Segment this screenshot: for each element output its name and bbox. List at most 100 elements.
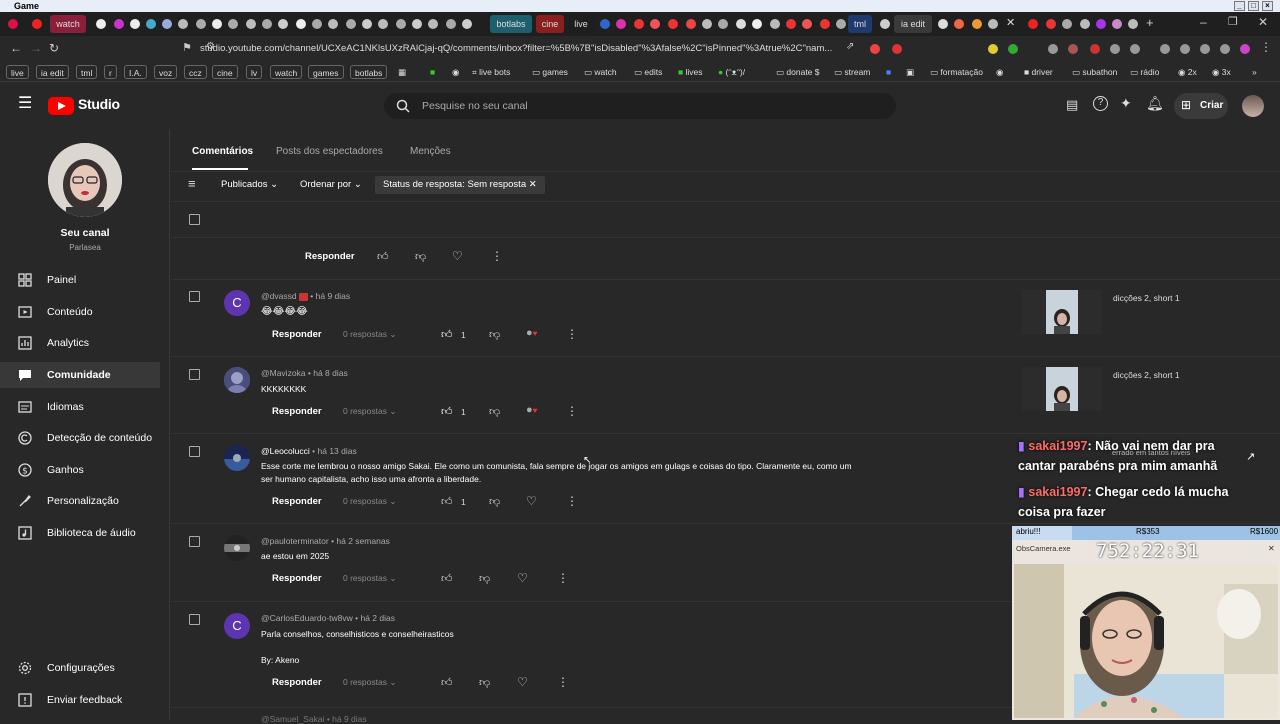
comment-checkbox[interactable] <box>189 446 200 457</box>
extension-icon[interactable] <box>1220 44 1230 54</box>
forward-icon[interactable]: → <box>30 41 42 55</box>
tab-favicon-icon[interactable] <box>686 19 696 29</box>
nav-item-deteccao[interactable]: Detecção de conteúdo <box>0 425 160 451</box>
tab-favicon-icon[interactable] <box>312 19 322 29</box>
tab-favicon-icon[interactable] <box>446 19 456 29</box>
bookmark-item[interactable]: voz <box>154 65 178 79</box>
reply-button[interactable]: Responder <box>264 403 330 421</box>
tab-favicon-icon[interactable] <box>296 19 306 29</box>
tab-cine[interactable]: cine <box>536 15 564 33</box>
extension-icon[interactable] <box>1130 44 1140 54</box>
tab-live[interactable]: live <box>568 15 594 33</box>
like-icon[interactable]: 👍︎ <box>441 572 455 586</box>
bookmark-item[interactable]: tml <box>76 65 98 79</box>
account-avatar[interactable] <box>1242 95 1264 117</box>
extension-icon[interactable] <box>1068 44 1078 54</box>
tab-favicon-icon[interactable] <box>32 19 42 29</box>
search-input[interactable]: Pesquise no seu canal <box>422 93 528 119</box>
tab-favicon-icon[interactable] <box>130 19 140 29</box>
more-bookmarks-icon[interactable]: » <box>1252 65 1257 79</box>
comment-checkbox[interactable] <box>189 614 200 625</box>
creator-heart-icon[interactable]: ●♥ <box>526 404 540 418</box>
tab-favicon-icon[interactable] <box>1028 19 1038 29</box>
extension-icon[interactable] <box>1090 44 1100 54</box>
extension-icon[interactable] <box>1008 44 1018 54</box>
search-box[interactable]: Pesquise no seu canal <box>384 93 896 119</box>
comment-author[interactable]: @CarlosEduardo-tw8vw • há 2 dias <box>261 613 395 623</box>
tab-favicon-icon[interactable] <box>988 19 998 29</box>
tab-favicon-icon[interactable] <box>96 19 106 29</box>
close-tab-icon[interactable]: ✕ <box>1006 16 1015 29</box>
replies-dropdown[interactable]: 0 respostas ⌄ <box>343 496 396 507</box>
video-title[interactable]: dicções 2, short 1 <box>1113 370 1180 380</box>
share-icon[interactable]: ⇗ <box>846 41 854 52</box>
tab-favicon-icon[interactable] <box>378 19 388 29</box>
tab-favicon-icon[interactable] <box>836 19 846 29</box>
tab-favicon-icon[interactable] <box>428 19 438 29</box>
tab-favicon-icon[interactable] <box>1096 19 1106 29</box>
maximize-button[interactable]: □ <box>1248 1 1259 11</box>
extension-icon[interactable] <box>1048 44 1058 54</box>
nav-item-personalizacao[interactable]: Personalização <box>0 488 160 514</box>
studio-logo[interactable] <box>48 97 74 115</box>
tab-favicon-icon[interactable] <box>178 19 188 29</box>
tab-favicon-icon[interactable] <box>246 19 256 29</box>
commenter-avatar[interactable] <box>224 535 250 561</box>
more-options-icon[interactable]: ⋮ <box>557 675 571 689</box>
extension-icon[interactable]: ◉ <box>996 65 1003 79</box>
select-all-checkbox[interactable] <box>189 214 200 225</box>
help-icon[interactable]: ? <box>1093 96 1108 111</box>
comment-author[interactable]: @pauloterminator • há 2 semanas <box>261 536 390 546</box>
reply-button[interactable]: Responder <box>264 493 330 511</box>
extension-icon[interactable] <box>870 44 880 54</box>
nav-item-idiomas[interactable]: Idiomas <box>0 394 160 420</box>
video-thumbnail[interactable] <box>1022 290 1102 334</box>
extension-icon[interactable] <box>1180 44 1190 54</box>
commenter-avatar[interactable] <box>224 367 250 393</box>
bookmark-item[interactable]: ccz <box>184 65 207 79</box>
comment-author[interactable]: @Mavizoka • há 8 dias <box>261 368 348 378</box>
bookmark-item[interactable]: I.A. <box>124 65 147 79</box>
bookmark-item[interactable]: ◉ 3x <box>1212 65 1231 79</box>
tab-favicon-icon[interactable] <box>616 19 626 29</box>
tab-favicon-icon[interactable] <box>954 19 964 29</box>
dislike-icon[interactable]: 👎︎ <box>489 328 503 342</box>
heart-icon[interactable]: ♡ <box>517 571 531 585</box>
heart-icon[interactable]: ♡ <box>452 249 466 263</box>
more-options-icon[interactable]: ⋮ <box>566 494 580 508</box>
extension-icon[interactable] <box>1110 44 1120 54</box>
profile-icon[interactable] <box>1240 44 1250 54</box>
nav-item-comunidade[interactable]: Comunidade <box>0 362 160 388</box>
like-icon[interactable]: 👍︎ <box>441 676 455 690</box>
tab-favicon-icon[interactable] <box>278 19 288 29</box>
tab-ia-edit[interactable]: ia edit <box>894 15 932 33</box>
comment-checkbox[interactable] <box>189 536 200 547</box>
hamburger-menu-icon[interactable]: ☰ <box>18 96 32 112</box>
bookmark-folder[interactable]: ▭ rádio <box>1130 65 1159 79</box>
tab-favicon-icon[interactable] <box>736 19 746 29</box>
tab-favicon-icon[interactable] <box>770 19 780 29</box>
tab-watch[interactable]: watch <box>50 15 86 33</box>
comment-checkbox[interactable] <box>189 291 200 302</box>
comment-checkbox[interactable] <box>189 369 200 380</box>
bookmark-item[interactable]: ● (ᵔᴥᵔ)/ <box>718 65 745 79</box>
tab-favicon-icon[interactable] <box>802 19 812 29</box>
tab-favicon-icon[interactable] <box>228 19 238 29</box>
apps-grid-icon[interactable]: ▦ <box>398 65 406 79</box>
bookmark-item[interactable]: watch <box>270 65 303 79</box>
bookmark-item[interactable]: botlabs <box>350 65 388 79</box>
close-window-button[interactable]: × <box>1262 1 1273 11</box>
like-filled-icon[interactable]: 👍︎ <box>441 405 455 419</box>
tab-comentarios[interactable]: Comentários <box>192 146 253 157</box>
reply-button[interactable]: Responder <box>264 326 330 344</box>
minimize-button[interactable]: _ <box>1234 1 1245 11</box>
extension-icon[interactable] <box>988 44 998 54</box>
bookmark-folder[interactable]: ▭ watch <box>584 65 617 79</box>
close-icon[interactable]: ✕ <box>1258 15 1268 29</box>
nav-item-biblioteca[interactable]: Biblioteca de áudio <box>0 520 160 546</box>
tab-favicon-icon[interactable] <box>1046 19 1056 29</box>
bookmark-item[interactable]: lv <box>246 65 263 79</box>
tab-favicon-icon[interactable] <box>114 19 124 29</box>
bookmark-folder[interactable]: ▭ donate $ <box>776 65 820 79</box>
sort-dropdown[interactable]: Ordenar por ⌄ <box>292 176 370 194</box>
